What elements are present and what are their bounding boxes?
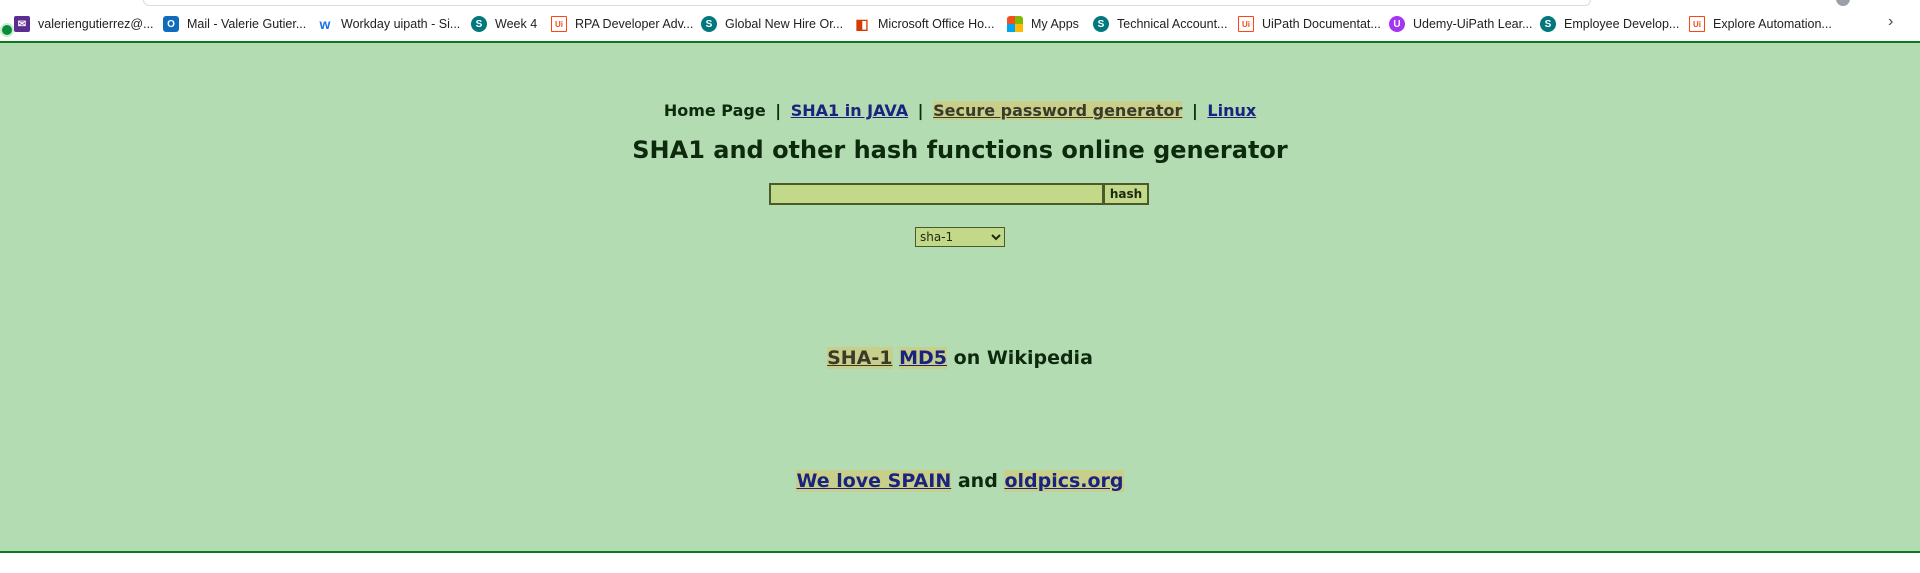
sharepoint-icon: S [701, 16, 717, 32]
nav-separator: | [775, 101, 782, 120]
bookmark-technical-account[interactable]: S Technical Account... [1093, 14, 1227, 34]
bookmark-label: My Apps [1031, 17, 1079, 31]
bookmark-explore-automation[interactable]: Ui Explore Automation... [1689, 14, 1832, 34]
chevron-right-icon[interactable]: › [1888, 13, 1893, 31]
bookmark-rpa-developer[interactable]: Ui RPA Developer Adv... [551, 14, 693, 34]
bookmark-workday[interactable]: w Workday uipath - Si... [317, 14, 461, 34]
bookmark-my-apps[interactable]: My Apps [1007, 14, 1079, 34]
wikipedia-links: SHA-1 MD5 on Wikipedia [0, 347, 1920, 369]
sharepoint-icon: S [1540, 16, 1556, 32]
bookmark-udemy[interactable]: U Udemy-UiPath Lear... [1389, 14, 1533, 34]
algorithm-select[interactable]: sha-1 [915, 227, 1005, 247]
bookmark-mail-valerie[interactable]: O Mail - Valerie Gutier... [163, 14, 306, 34]
bookmark-microsoft-office[interactable]: ◧ Microsoft Office Ho... [854, 14, 994, 34]
bookmark-label: Workday uipath - Si... [341, 17, 461, 31]
hash-input[interactable] [769, 183, 1104, 205]
wiki-link-md5[interactable]: MD5 [899, 347, 948, 369]
bookmark-label: Microsoft Office Ho... [878, 17, 995, 31]
nav-link-sha1-java[interactable]: SHA1 in JAVA [791, 101, 908, 120]
bookmark-label: Technical Account... [1117, 17, 1228, 31]
mail-icon: ✉ [14, 16, 30, 32]
below-viewport [0, 553, 1920, 573]
bookmark-uipath-docs[interactable]: Ui UiPath Documentat... [1238, 14, 1381, 34]
bookmark-label: Global New Hire Or... [725, 17, 844, 31]
bookmark-week-4[interactable]: S Week 4 [471, 14, 537, 34]
footer-link-oldpics[interactable]: oldpics.org [1004, 470, 1124, 492]
bookmark-label: Week 4 [495, 17, 538, 31]
footer-link-spain[interactable]: We love SPAIN [796, 470, 952, 492]
bookmark-label: RPA Developer Adv... [575, 17, 694, 31]
udemy-icon: U [1389, 16, 1405, 32]
bookmark-global-new-hire[interactable]: S Global New Hire Or... [701, 14, 843, 34]
bookmark-label: Udemy-UiPath Lear... [1413, 17, 1533, 31]
bookmarks-bar: ✉ valeriengutierrez@... O Mail - Valerie… [0, 0, 1920, 41]
bookmark-label: Employee Develop... [1564, 17, 1680, 31]
footer-and: and [957, 470, 998, 492]
bookmark-valerie-email[interactable]: ✉ valeriengutierrez@... [14, 14, 154, 34]
top-nav: Home Page | SHA1 in JAVA | Secure passwo… [0, 101, 1920, 120]
nav-separator: | [917, 101, 924, 120]
sharepoint-icon: S [1093, 16, 1109, 32]
nav-home: Home Page [663, 101, 766, 120]
workday-icon: w [319, 16, 331, 32]
footer-links: We love SPAIN and oldpics.org [0, 470, 1920, 492]
extension-status-icon[interactable] [0, 23, 14, 37]
address-bar-edge [143, 0, 1591, 6]
nav-link-password-generator[interactable]: Secure password generator [933, 101, 1183, 120]
nav-separator: | [1191, 101, 1198, 120]
bookmark-label: Explore Automation... [1713, 17, 1832, 31]
bookmark-employee-develop[interactable]: S Employee Develop... [1540, 14, 1679, 34]
wiki-link-sha1[interactable]: SHA-1 [827, 347, 893, 369]
uipath-icon: Ui [1238, 16, 1254, 32]
bookmark-label: Mail - Valerie Gutier... [187, 17, 307, 31]
page-title: SHA1 and other hash functions online gen… [632, 136, 1288, 164]
wiki-suffix: on Wikipedia [953, 347, 1093, 369]
uipath-icon: Ui [1689, 16, 1705, 32]
hash-button[interactable]: hash [1104, 183, 1149, 205]
sharepoint-icon: S [471, 16, 487, 32]
apps-icon [1007, 16, 1023, 32]
outlook-icon: O [163, 16, 179, 32]
profile-icon[interactable] [1836, 0, 1850, 6]
office-icon: ◧ [855, 15, 869, 32]
hash-form: hash [769, 183, 1149, 205]
bookmark-label: valeriengutierrez@... [38, 17, 154, 31]
bookmark-label: UiPath Documentat... [1262, 17, 1381, 31]
uipath-icon: Ui [551, 16, 567, 32]
nav-link-linux[interactable]: Linux [1207, 101, 1256, 120]
